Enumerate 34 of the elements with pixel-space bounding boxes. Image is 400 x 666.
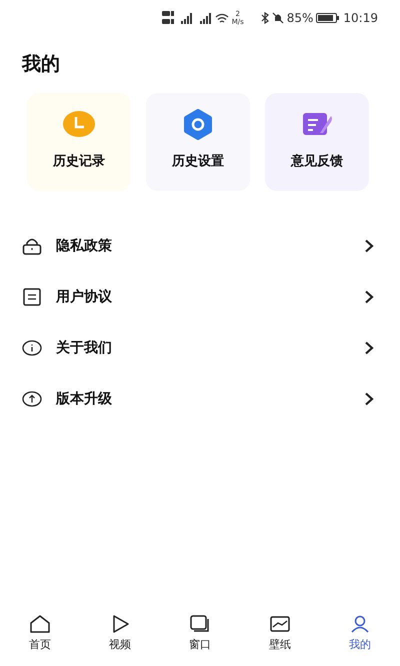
lock-icon [22, 236, 42, 254]
shortcut-card[interactable]: 意见反馈 [265, 93, 369, 191]
clock-icon [62, 109, 96, 140]
battery-icon [316, 12, 340, 24]
clock-time: 10:19 [343, 11, 378, 25]
nav-tab[interactable]: 首页 [0, 608, 80, 666]
gear-icon [181, 109, 215, 140]
upgrade-icon [22, 390, 42, 408]
battery-percent: 85% [286, 11, 314, 25]
wifi-icon [214, 12, 229, 24]
sim-icon [162, 10, 174, 26]
image-icon [269, 614, 291, 634]
person-icon [349, 614, 371, 634]
chevron-right-icon [364, 340, 374, 354]
shortcut-card[interactable]: 历史记录 [27, 93, 131, 191]
menu-item[interactable]: 关于我们 [0, 322, 400, 373]
nav-tab[interactable]: 壁纸 [240, 608, 320, 666]
info-icon [22, 338, 42, 356]
chevron-right-icon [364, 238, 374, 252]
menu-item[interactable]: 版本升级 [0, 373, 400, 424]
nav-tab[interactable]: 窗口 [160, 608, 240, 666]
home-icon [29, 614, 51, 634]
shortcut-card[interactable]: 历史设置 [146, 93, 250, 191]
windows-icon [189, 614, 211, 634]
menu-item[interactable]: 隐私政策 [0, 220, 400, 271]
chevron-right-icon [364, 290, 374, 304]
menu-item[interactable]: 用户协议 [0, 271, 400, 322]
page-title: 我的 [20, 52, 61, 77]
nav-tab[interactable]: 视频 [80, 608, 160, 666]
document-icon [22, 288, 42, 306]
bluetooth-icon [260, 12, 269, 24]
chevron-right-icon [364, 392, 374, 406]
mute-bell-icon [272, 12, 284, 24]
nav-tab[interactable]: 我的 [320, 608, 400, 666]
